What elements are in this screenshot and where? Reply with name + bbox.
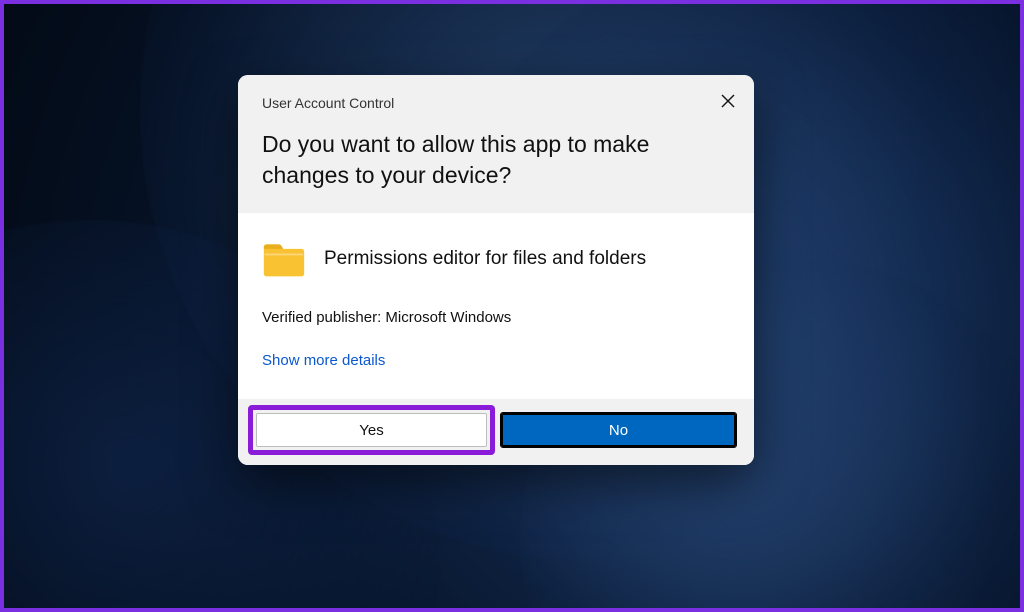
uac-title: User Account Control <box>262 95 730 111</box>
uac-dialog-header: User Account Control Do you want to allo… <box>238 75 754 213</box>
no-button[interactable]: No <box>501 413 736 447</box>
uac-dialog: User Account Control Do you want to allo… <box>238 75 754 465</box>
uac-question: Do you want to allow this app to make ch… <box>262 129 730 191</box>
close-icon <box>721 94 735 108</box>
uac-dialog-footer: Yes No <box>238 399 754 465</box>
close-button[interactable] <box>714 87 742 115</box>
annotation-highlight: Yes <box>248 405 495 455</box>
app-name: Permissions editor for files and folders <box>324 248 646 270</box>
show-more-details-link[interactable]: Show more details <box>262 352 385 369</box>
folder-icon <box>262 239 306 279</box>
publisher-line: Verified publisher: Microsoft Windows <box>262 309 730 326</box>
uac-dialog-body: Permissions editor for files and folders… <box>238 213 754 399</box>
app-identity-row: Permissions editor for files and folders <box>262 239 730 279</box>
yes-button[interactable]: Yes <box>256 413 487 447</box>
